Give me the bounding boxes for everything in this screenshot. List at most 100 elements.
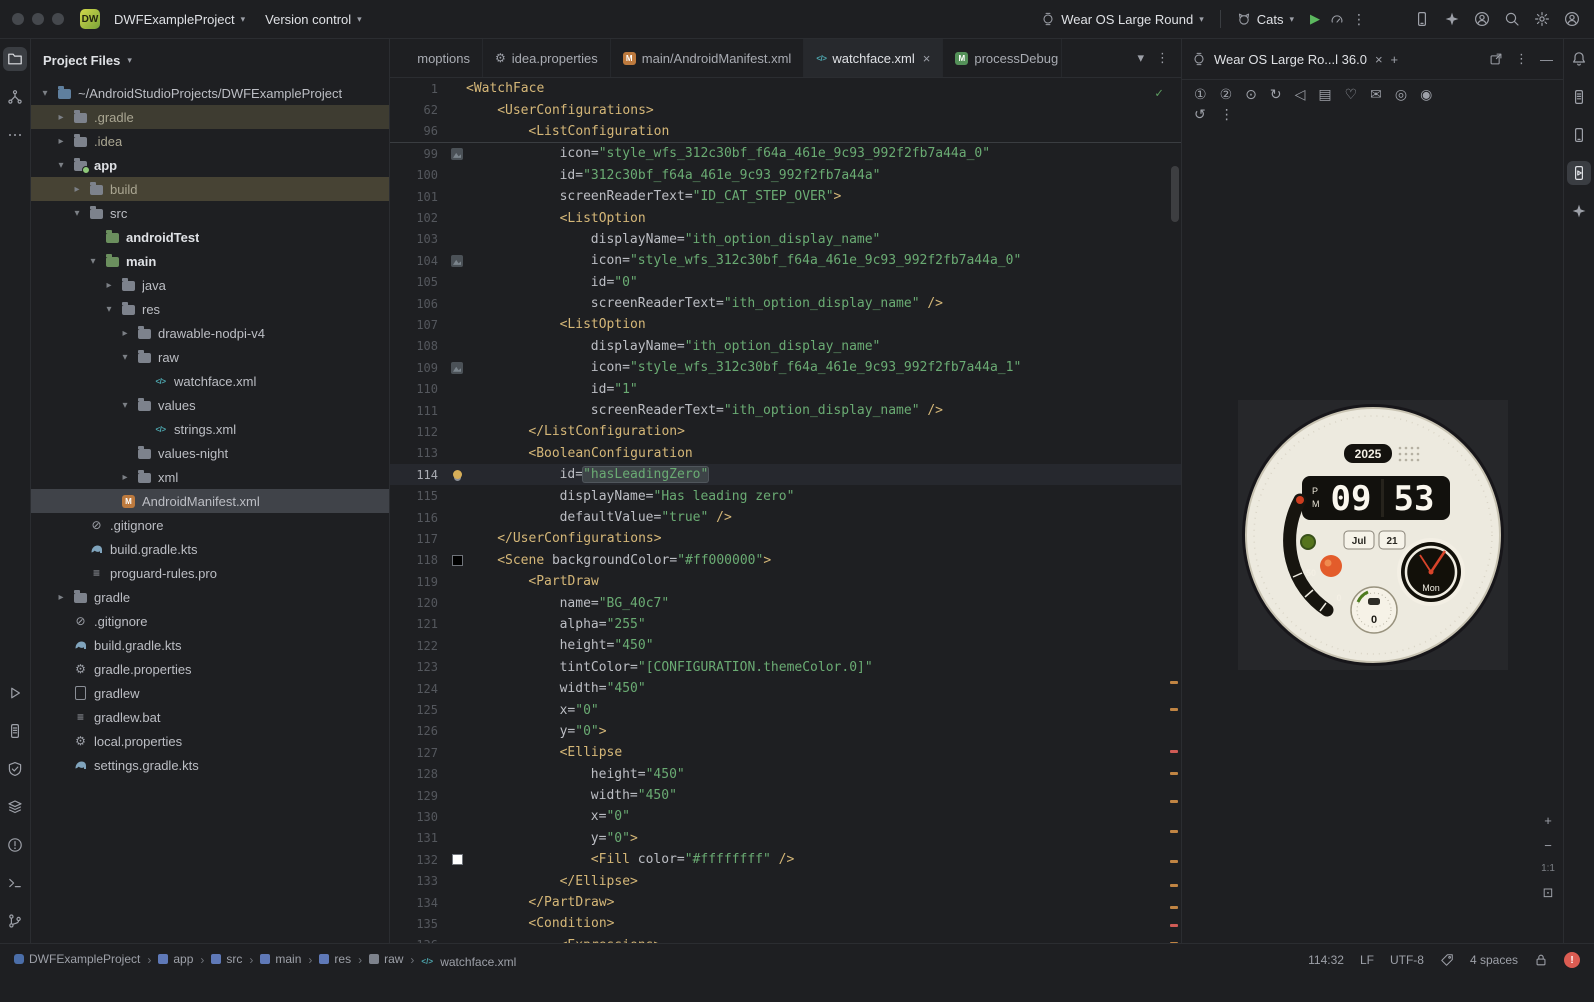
code-line-121[interactable]: 121 alpha= "255" (390, 614, 1181, 635)
search-everywhere-icon[interactable] (1504, 11, 1520, 27)
bulb-marker[interactable] (448, 470, 466, 480)
lock-icon[interactable] (1534, 953, 1548, 967)
tab-options-icon[interactable]: ⋮ (1156, 50, 1169, 66)
code-line-135[interactable]: 135 <Condition> (390, 913, 1181, 934)
breadcrumb-item-raw[interactable]: raw (369, 952, 403, 966)
breadcrumb-item-src[interactable]: src (211, 952, 242, 966)
tree-item-strings-xml[interactable]: </> strings.xml (31, 417, 389, 441)
version-control-button[interactable] (3, 909, 27, 933)
code-line-118[interactable]: 118 <Scene backgroundColor= "#ff000000" > (390, 550, 1181, 571)
device-cast-icon[interactable] (1414, 11, 1430, 27)
code-line-105[interactable]: 105 id= "0" (390, 272, 1181, 293)
button-2-icon[interactable]: ② (1220, 87, 1233, 101)
code-line-122[interactable]: 122 height= "450" (390, 635, 1181, 656)
tree-item-gradlew-bat[interactable]: ≡ gradlew.bat (31, 705, 389, 729)
chevron-down-icon[interactable]: ▾ (71, 208, 83, 219)
chevron-right-icon[interactable]: ▸ (55, 136, 67, 147)
chevron-right-icon[interactable]: ▸ (119, 328, 131, 339)
sww-marker[interactable] (448, 854, 466, 866)
zoom-in-icon[interactable]: + (1544, 814, 1552, 827)
tree-item-src[interactable]: ▾ src (31, 201, 389, 225)
code-line-124[interactable]: 124 width= "450" (390, 678, 1181, 699)
gemini-button[interactable] (1567, 199, 1591, 223)
inspection-status-icon[interactable]: ✓ (1155, 86, 1163, 101)
code-line-111[interactable]: 111 screenReaderText= "ith_option_display_… (390, 400, 1181, 421)
code-line-100[interactable]: 100 id= "312c30bf_f64a_461e_9c93_992f2fb7a… (390, 165, 1181, 186)
breadcrumb-item-watchface-xml[interactable]: </> watchface.xml (421, 955, 516, 969)
screen-record-icon[interactable]: ◉ (1420, 87, 1432, 101)
run-configuration-selector[interactable]: Cats ▾ (1231, 8, 1300, 31)
logcat-button[interactable] (3, 719, 27, 743)
profiler-run-icon[interactable] (1330, 12, 1344, 26)
running-devices-button[interactable] (1567, 161, 1591, 185)
code-line-134[interactable]: 134 </PartDraw> (390, 892, 1181, 913)
button-1-icon[interactable]: ① (1194, 87, 1207, 101)
tilt-icon[interactable]: ↻ (1270, 87, 1282, 101)
chevron-right-icon[interactable]: ▸ (55, 592, 67, 603)
zoom-1-1-icon[interactable]: 1:1 (1541, 864, 1555, 874)
chevron-right-icon[interactable]: ▸ (119, 472, 131, 483)
panel-options-icon[interactable]: ⋮ (1515, 51, 1528, 67)
tree-item-values[interactable]: ▾ values (31, 393, 389, 417)
project-panel-header[interactable]: Project Files ▾ (31, 39, 389, 81)
tree-item-gradle[interactable]: ▸ gradle (31, 585, 389, 609)
reset-icon[interactable]: ↺ (1194, 107, 1206, 121)
code-line-107[interactable]: 107 <ListOption (390, 314, 1181, 335)
code-line-110[interactable]: 110 id= "1" (390, 378, 1181, 399)
code-line-125[interactable]: 125 x= "0" (390, 699, 1181, 720)
minimize-window-button[interactable] (32, 13, 44, 25)
code-line-130[interactable]: 130 x= "0" (390, 806, 1181, 827)
tree-item-idea[interactable]: ▸ .idea (31, 129, 389, 153)
code-line-62[interactable]: 62 <UserConfigurations> (390, 99, 1181, 120)
code-line-109[interactable]: 109 icon= "style_wfs_312c30bf_f64a_461e_9c… (390, 357, 1181, 378)
close-device-tab-icon[interactable]: × (1375, 52, 1383, 67)
settings-icon[interactable] (1534, 11, 1550, 27)
code-line-136[interactable]: 136 <Expressions> (390, 935, 1181, 943)
chevron-down-icon[interactable]: ▾ (119, 400, 131, 411)
scrollbar-thumb[interactable] (1171, 166, 1179, 222)
code-line-117[interactable]: 117 </UserConfigurations> (390, 528, 1181, 549)
camera-icon[interactable]: ◎ (1395, 87, 1407, 101)
tree-item-main[interactable]: ▾ main (31, 249, 389, 273)
tree-item-xml[interactable]: ▸ xml (31, 465, 389, 489)
hidden-tabs-icon[interactable]: ▾ (1137, 50, 1144, 66)
chevron-down-icon[interactable]: ▾ (87, 256, 99, 267)
more-run-options-icon[interactable]: ⋮ (1348, 11, 1370, 28)
code-line-1[interactable]: 1 <WatchFace (390, 78, 1181, 99)
more-options-icon[interactable]: ⋮ (1220, 107, 1234, 121)
code-line-116[interactable]: 116 defaultValue= "true" /> (390, 507, 1181, 528)
run-button[interactable] (3, 681, 27, 705)
code-line-127[interactable]: 127 <Ellipse (390, 742, 1181, 763)
device-manager-button[interactable] (1567, 123, 1591, 147)
code-line-132[interactable]: 132 <Fill color= "#ffffffff" /> (390, 849, 1181, 870)
tree-item-gitignore[interactable]: ⊘ .gitignore (31, 609, 389, 633)
code-line-128[interactable]: 128 height= "450" (390, 764, 1181, 785)
device-selector[interactable]: Wear OS Large Round ▾ (1035, 8, 1210, 31)
device-explorer-button[interactable] (1567, 85, 1591, 109)
tree-item-gradle[interactable]: ▸ .gradle (31, 105, 389, 129)
code-line-119[interactable]: 119 <PartDraw (390, 571, 1181, 592)
code-line-115[interactable]: 115 displayName= "Has leading zero" (390, 485, 1181, 506)
code-line-112[interactable]: 112 </ListConfiguration> (390, 421, 1181, 442)
code-line-103[interactable]: 103 displayName= "ith_option_display_name" (390, 229, 1181, 250)
code-line-114[interactable]: 114 id= "hasLeadingZero" (390, 464, 1181, 486)
code-line-96[interactable]: 96 <ListConfiguration (390, 121, 1181, 142)
run-button[interactable]: ▶ (1304, 11, 1326, 27)
indent-indicator[interactable]: 4 spaces (1470, 953, 1518, 967)
swb-marker[interactable] (448, 554, 466, 566)
tree-item-gradle-properties[interactable]: ⚙ gradle.properties (31, 657, 389, 681)
chevron-down-icon[interactable]: ▾ (119, 352, 131, 363)
version-control-menu[interactable]: Version control ▾ (259, 8, 368, 31)
tree-item-values-night[interactable]: values-night (31, 441, 389, 465)
code-with-me-icon[interactable] (1474, 11, 1490, 27)
tree-item-app[interactable]: ▾ app (31, 153, 389, 177)
tree-item-androidstudioprojects-dwfexampleproject[interactable]: ▾ ~/AndroidStudioProjects/DWFExampleProje… (31, 81, 389, 105)
tab-watchface-xml[interactable]: </> watchface.xml × (804, 39, 944, 77)
problems-button[interactable] (3, 833, 27, 857)
notifications-button[interactable] (1567, 47, 1591, 71)
chevron-right-icon[interactable]: ▸ (71, 184, 83, 195)
heart-rate-icon[interactable]: ♡ (1345, 87, 1358, 101)
palm-icon[interactable]: ⊙ (1245, 87, 1257, 101)
ai-assistant-icon[interactable] (1444, 11, 1460, 27)
tree-item-proguard-rules-pro[interactable]: ≡ proguard-rules.pro (31, 561, 389, 585)
